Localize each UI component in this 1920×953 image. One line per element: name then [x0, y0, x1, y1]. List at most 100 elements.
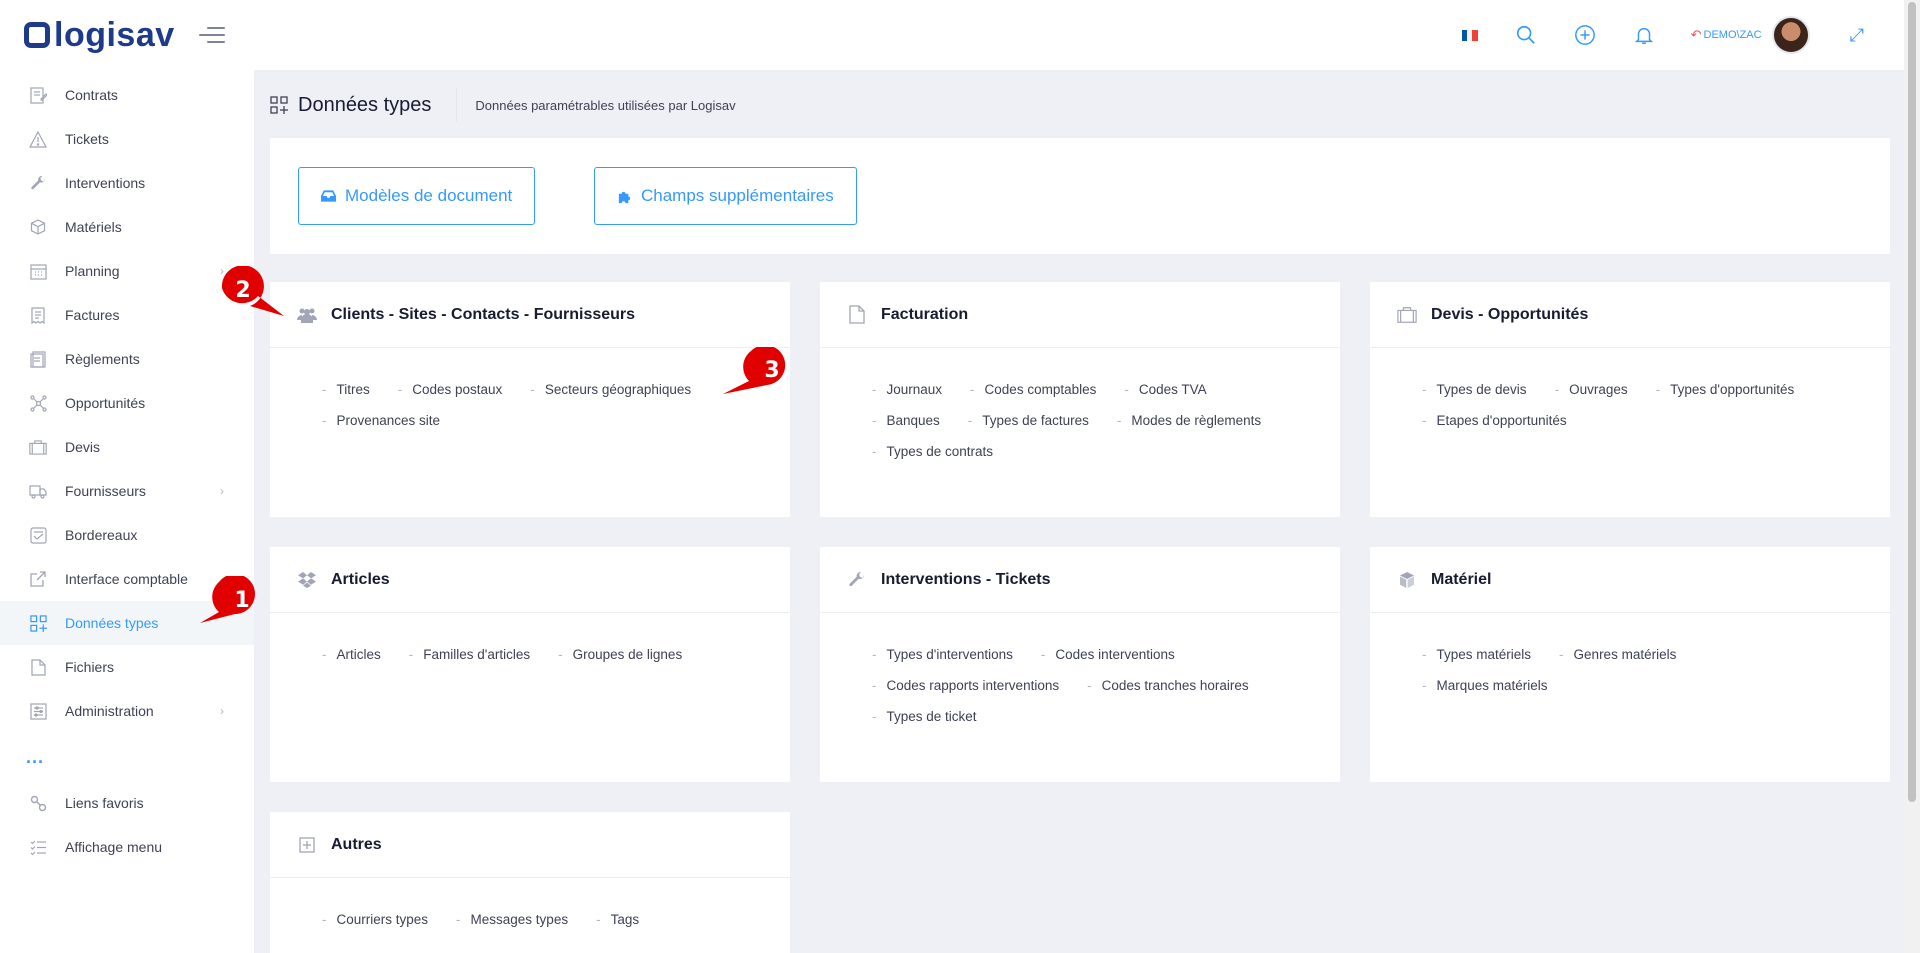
card-link[interactable]: Codes interventions [1041, 647, 1174, 662]
card-link[interactable]: Messages types [456, 912, 569, 927]
card-link[interactable]: Types de devis [1422, 382, 1527, 397]
card-link[interactable]: Familles d'articles [409, 647, 530, 662]
menu-toggle-icon[interactable] [198, 25, 225, 45]
card-link[interactable]: Codes rapports interventions [872, 678, 1060, 693]
plus-square-icon [297, 835, 317, 855]
sidebar-item-factures[interactable]: Factures [0, 293, 254, 337]
card-link[interactable]: Marques matériels [1422, 678, 1548, 693]
card-links: Types de devis Ouvrages Types d'opportunit… [1370, 348, 1890, 428]
add-circle-icon[interactable] [1573, 23, 1597, 47]
card-link[interactable]: Types de contrats [872, 444, 994, 459]
user-impersonation[interactable]: ↶ DEMO\ZAC [1691, 27, 1762, 43]
card-link[interactable]: Courriers types [322, 912, 429, 927]
card-link[interactable]: Titres [322, 382, 370, 397]
briefcase-icon [29, 438, 47, 456]
card-equipment: Matériel Types matériels Genres matériels… [1370, 547, 1890, 782]
return-arrow-icon: ↶ [1690, 27, 1702, 42]
checklist-icon [29, 838, 47, 856]
card-quotes: Devis - Opportunités Types de devis Ouvra… [1370, 282, 1890, 517]
card-link[interactable]: Modes de règlements [1117, 413, 1261, 428]
page-scrollbar[interactable] [1904, 0, 1920, 953]
logo[interactable]: logisav [24, 16, 175, 55]
search-icon[interactable] [1514, 23, 1538, 47]
card-clients: Clients - Sites - Contacts - Fournisseur… [270, 282, 790, 517]
scrollbar-thumb[interactable] [1908, 2, 1916, 802]
document-templates-label: Modèles de document [345, 186, 513, 205]
divider [456, 88, 458, 122]
sidebar-item-label: Contrats [65, 87, 118, 103]
card-title: Clients - Sites - Contacts - Fournisseur… [331, 305, 636, 323]
extra-fields-label: Champs supplémentaires [641, 186, 834, 205]
sidebar-item-contrats[interactable]: Contrats [0, 73, 254, 117]
sidebar-item-administration[interactable]: Administration › [0, 689, 254, 733]
sidebar-item-liens-favoris[interactable]: Liens favoris [0, 781, 254, 825]
card-link[interactable]: Articles [322, 647, 381, 662]
sidebar-item-devis[interactable]: Devis [0, 425, 254, 469]
chevron-right-icon: › [220, 484, 224, 498]
sidebar-item-label: Devis [65, 439, 101, 455]
sidebar-item-materiels[interactable]: Matériels [0, 205, 254, 249]
card-link[interactable]: Secteurs géographiques [530, 382, 691, 397]
logo-mark [24, 22, 50, 48]
card-link[interactable]: Codes postaux [398, 382, 502, 397]
card-link[interactable]: Genres matériels [1559, 647, 1677, 662]
sidebar-item-tickets[interactable]: Tickets [0, 117, 254, 161]
card-link[interactable]: Types d'interventions [872, 647, 1013, 662]
sidebar-item-label: Fichiers [65, 659, 115, 675]
invoice-icon [29, 306, 47, 324]
annotation-marker-2: 2 [221, 266, 284, 316]
slip-icon [29, 526, 47, 544]
wrench-icon [29, 174, 47, 192]
sidebar-item-bordereaux[interactable]: Bordereaux [0, 513, 254, 557]
sidebar-item-opportunites[interactable]: Opportunités [0, 381, 254, 425]
card-title: Facturation [881, 305, 969, 323]
document-templates-button[interactable]: Modèles de document [298, 167, 536, 225]
card-link[interactable]: Ouvrages [1555, 382, 1628, 397]
logo-text: logisav [54, 15, 175, 54]
sidebar-item-reglements[interactable]: Règlements [0, 337, 254, 381]
card-link[interactable]: Banques [872, 413, 940, 428]
sidebar-item-label: Interface comptable [65, 571, 188, 587]
sidebar-item-fournisseurs[interactable]: Fournisseurs › [0, 469, 254, 513]
card-title: Autres [331, 835, 382, 853]
card-others: Autres Courriers types Messages types Tags [270, 812, 790, 953]
card-link[interactable]: Codes TVA [1124, 382, 1207, 397]
card-link[interactable]: Tags [596, 912, 640, 927]
dropbox-icon [297, 570, 317, 590]
more-menu-icon[interactable]: ... [0, 733, 254, 781]
card-links: Titres Codes postaux Secteurs géographique… [270, 348, 790, 428]
language-flag-icon[interactable] [1461, 29, 1478, 41]
box-icon [29, 218, 47, 236]
annotation-marker-1: 1 [199, 576, 255, 623]
fullscreen-icon[interactable]: ⤢ [1850, 25, 1864, 46]
sidebar-item-interventions[interactable]: Interventions [0, 161, 254, 205]
sidebar-item-affichage-menu[interactable]: Affichage menu [0, 825, 254, 869]
card-title: Interventions - Tickets [881, 570, 1051, 588]
card-link[interactable]: Types de ticket [872, 709, 977, 724]
sidebar: Contrats Tickets Interventions Matériels Pla… [0, 70, 254, 953]
card-links: Journaux Codes comptables Codes TVA Banques… [820, 348, 1340, 459]
card-link[interactable]: Provenances site [322, 413, 441, 428]
grid-plus-icon [29, 614, 47, 632]
card-link[interactable]: Types matériels [1422, 647, 1532, 662]
avatar[interactable] [1771, 16, 1810, 54]
sidebar-item-planning[interactable]: Planning › [0, 249, 254, 293]
card-link[interactable]: Groupes de lignes [558, 647, 683, 662]
card-link[interactable]: Journaux [872, 382, 943, 397]
card-link[interactable]: Etapes d'opportunités [1422, 413, 1567, 428]
card-link[interactable]: Codes comptables [970, 382, 1097, 397]
card-title: Articles [331, 570, 390, 588]
wrench-icon [847, 570, 867, 590]
extra-fields-button[interactable]: Champs supplémentaires [594, 167, 857, 225]
sidebar-item-label: Opportunités [65, 395, 146, 411]
sidebar-item-fichiers[interactable]: Fichiers [0, 645, 254, 689]
cube-icon [1397, 570, 1417, 590]
card-links: Articles Familles d'articles Groupes de li… [270, 613, 790, 662]
card-link[interactable]: Types de factures [968, 413, 1089, 428]
inbox-icon [321, 188, 337, 204]
card-link[interactable]: Types d'opportunités [1656, 382, 1794, 397]
annotation-marker-3: 3 [723, 347, 786, 394]
bell-icon[interactable] [1632, 23, 1656, 47]
card-link[interactable]: Codes tranches horaires [1087, 678, 1249, 693]
sidebar-item-label: Fournisseurs [65, 483, 146, 499]
